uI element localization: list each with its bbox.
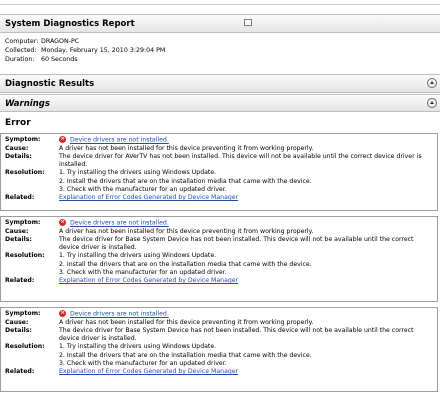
report-title-bar[interactable]: System Diagnostics Report: [0, 14, 440, 33]
resolution-step: 1. Try installing the drivers using Wind…: [59, 169, 217, 177]
collected-row: Collected: Monday, February 15, 2010 3:2…: [5, 47, 165, 56]
error-entry: Symptom: × Device drivers are not install…: [0, 133, 438, 211]
error-entry: Symptom: × Device drivers are not install…: [0, 307, 438, 392]
computer-label: Computer:: [5, 38, 39, 45]
collapse-warnings-icon[interactable]: [427, 98, 437, 108]
details-value: The device driver for Base System Device…: [59, 235, 414, 252]
symptom-label: Symptom:: [5, 136, 41, 143]
related-link[interactable]: Explanation of Error Codes Generated by …: [59, 368, 238, 375]
resolution-step: 1. Try installing the drivers using Wind…: [59, 343, 217, 351]
duration-label: Duration:: [5, 56, 35, 63]
cause-value: A driver has not been installed for this…: [59, 227, 314, 235]
cause-label: Cause:: [5, 318, 29, 326]
collapse-diagnostic-results-icon[interactable]: [427, 78, 437, 88]
maximize-icon[interactable]: [244, 19, 252, 26]
symptom-value[interactable]: Device drivers are not installed.: [70, 311, 169, 318]
related-label: Related:: [5, 367, 35, 375]
resolution-step: 3. Check with the manufacturer for an up…: [59, 359, 227, 367]
resolution-step: 3. Check with the manufacturer for an up…: [59, 268, 227, 276]
related-link[interactable]: Explanation of Error Codes Generated by …: [59, 194, 238, 201]
details-value: The device driver for Base System Device…: [59, 326, 414, 343]
cause-value: A driver has not been installed for this…: [59, 318, 314, 326]
diagnostic-results-title: Diagnostic Results: [5, 79, 95, 89]
symptom-label: Symptom:: [5, 219, 41, 226]
collected-label: Collected:: [5, 47, 37, 54]
related-label: Related:: [5, 193, 35, 201]
cause-value: A driver has not been installed for this…: [59, 144, 314, 152]
error-heading: Error: [5, 118, 31, 128]
cause-label: Cause:: [5, 227, 29, 235]
error-entry: Symptom: × Device drivers are not install…: [0, 216, 438, 302]
error-icon: ×: [59, 136, 66, 143]
resolution-step: 2. Install the drivers that are on the i…: [59, 260, 312, 268]
details-label: Details:: [5, 326, 32, 334]
details-label: Details:: [5, 235, 32, 243]
symptom-value[interactable]: Device drivers are not installed.: [70, 137, 169, 144]
resolution-label: Resolution:: [5, 343, 45, 351]
symptom-label: Symptom:: [5, 310, 41, 317]
computer-row: Computer: DRAGON-PC: [5, 38, 79, 47]
related-label: Related:: [5, 276, 35, 284]
resolution-label: Resolution:: [5, 252, 45, 260]
resolution-step: 2. Install the drivers that are on the i…: [59, 351, 312, 359]
resolution-label: Resolution:: [5, 169, 45, 177]
duration-row: Duration: 60 Seconds: [5, 56, 77, 65]
collected-value: Monday, February 15, 2010 3:29:04 PM: [41, 47, 166, 54]
computer-value: DRAGON-PC: [41, 38, 80, 45]
details-label: Details:: [5, 152, 32, 160]
duration-value: 60 Seconds: [41, 56, 78, 63]
warnings-header[interactable]: Warnings: [0, 94, 440, 112]
resolution-step: 1. Try installing the drivers using Wind…: [59, 252, 217, 260]
diagnostic-results-header[interactable]: Diagnostic Results: [0, 74, 440, 93]
resolution-step: 3. Check with the manufacturer for an up…: [59, 185, 227, 193]
error-icon: ×: [59, 219, 66, 226]
related-link[interactable]: Explanation of Error Codes Generated by …: [59, 277, 238, 284]
warnings-title: Warnings: [5, 99, 50, 109]
details-value: The device driver for AVerTV has not bee…: [59, 152, 422, 169]
error-icon: ×: [59, 310, 66, 317]
top-divider: [0, 4, 440, 5]
report-title: System Diagnostics Report: [5, 19, 135, 29]
resolution-step: 2. Install the drivers that are on the i…: [59, 177, 312, 185]
symptom-value[interactable]: Device drivers are not installed.: [70, 220, 169, 227]
cause-label: Cause:: [5, 144, 29, 152]
